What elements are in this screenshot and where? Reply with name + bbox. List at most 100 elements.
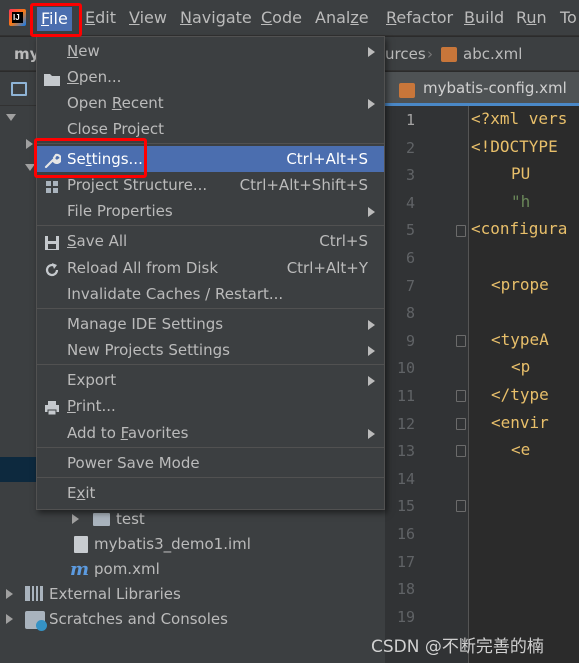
menu-run-pre: R [516,8,527,27]
xml-file-icon [441,47,457,62]
settings-shortcut: Ctrl+Alt+S [286,150,368,168]
fold-marker-icon[interactable] [456,500,466,512]
submenu-arrow-icon [368,320,375,330]
line-number: 14 [396,469,415,488]
code-line: <e [511,440,531,460]
fold-marker-icon[interactable] [456,418,466,430]
tree-expand-libraries-icon[interactable] [6,589,13,599]
favorites-mnemonic: F [120,424,128,442]
line-number: 15 [396,497,415,516]
new-label: ew [78,42,100,60]
print-icon [43,398,61,416]
menu-edit[interactable]: Edit [85,8,116,28]
line-number: 18 [396,580,415,599]
menu-bar: IJ File Edit View Navigate Code Analze R… [0,0,579,36]
fold-marker-icon[interactable] [456,445,466,457]
menu-analyze-label: e [358,8,369,27]
favorites-label: avorites [127,424,189,442]
menu-tools-label: To [560,8,577,27]
file-menu-export[interactable]: Export [37,367,384,393]
menu-separator [37,364,384,365]
annotation-box-file [30,3,82,37]
file-menu-add-to-favorites[interactable]: Add to Favorites [37,420,384,446]
power-save-mode-label: Power Save Mode [67,454,200,472]
code-line: "h [511,191,531,211]
open-recent-pre: Open [67,94,112,112]
open-label: pen... [78,68,122,86]
tree-expand-test-icon[interactable] [72,514,79,524]
save-all-shortcut: Ctrl+S [319,232,368,250]
menu-run-mnemonic: u [526,8,537,27]
tree-selected-row[interactable] [0,457,36,482]
file-menu-reload-all[interactable]: Reload All from Disk Ctrl+Alt+Y [37,255,384,281]
file-menu-open[interactable]: Open... [37,64,384,90]
tree-collapse-icon[interactable] [26,139,33,149]
print-mnemonic: P [67,397,76,415]
reload-all-label: Reload All from Disk [67,259,219,277]
tree-item-pom[interactable]: pom.xml [94,557,160,582]
file-menu-power-save-mode[interactable]: Power Save Mode [37,450,384,476]
menu-analyze-mnemonic: z [350,8,359,27]
save-all-label: ave All [76,232,128,250]
file-menu-file-properties[interactable]: File Properties [37,198,384,224]
line-number: 19 [396,607,415,626]
project-structure-icon [43,177,61,193]
menu-run-label: n [536,8,547,27]
file-menu-open-recent[interactable]: Open Recent [37,90,384,116]
file-menu-exit[interactable]: Exit [37,480,384,506]
save-icon [43,233,61,250]
fold-marker-icon[interactable] [456,225,466,237]
menu-code[interactable]: Code [261,8,302,28]
tree-item-iml[interactable]: mybatis3_demo1.iml [94,532,251,557]
maven-icon: m [70,559,90,580]
menu-separator [37,477,384,478]
breadcrumb-file[interactable]: abc.xml [463,45,522,63]
code-line: </type [491,385,549,404]
tree-item-external-libraries[interactable]: External Libraries [49,582,181,607]
submenu-arrow-icon [368,346,375,356]
file-menu-invalidate-caches[interactable]: Invalidate Caches / Restart... [37,281,384,307]
fold-marker-icon[interactable] [456,335,466,347]
menu-refactor-mnemonic: R [386,8,397,27]
breadcrumb-resources[interactable]: urces [385,45,426,63]
menu-navigate-label: avigate [191,8,252,27]
menu-analyze[interactable]: Analze [315,8,369,28]
line-number: 4 [405,193,415,212]
file-menu-print[interactable]: Print... [37,393,384,419]
menu-tools[interactable]: To [560,8,577,28]
watermark: CSDN @不断完善的楠 [371,637,544,657]
menu-navigate[interactable]: Navigate [180,8,252,28]
file-menu-new-projects-settings[interactable]: New Projects Settings [37,337,384,363]
menu-build[interactable]: Build [464,8,504,28]
code-line: <envir [491,412,549,432]
menu-view[interactable]: View [129,8,167,28]
module-file-icon [74,536,88,553]
menu-build-label: uild [474,8,505,27]
invalidate-caches-label: Invalidate Caches / Restart... [67,285,284,303]
file-menu-save-all[interactable]: Save All Ctrl+S [37,228,384,254]
fold-marker-icon[interactable] [456,390,466,402]
line-number: 10 [396,359,415,378]
menu-edit-label: dit [95,8,116,27]
save-all-mnemonic: S [67,232,77,250]
file-menu-new[interactable]: New [37,38,384,64]
menu-view-label: iew [139,8,167,27]
code-line: <p [511,357,531,377]
tree-expand-icon[interactable] [6,114,16,121]
menu-run[interactable]: Run [516,8,547,28]
tree-item-test[interactable]: test [116,507,145,532]
tree-expand-scratches-icon[interactable] [6,614,13,624]
file-menu-manage-ide-settings[interactable]: Manage IDE Settings [37,311,384,337]
print-label: rint... [75,397,116,415]
line-number: 12 [396,414,415,433]
menu-refactor-label: efactor [396,8,454,27]
code-line: PU [511,164,531,184]
editor-tab-mybatis-config[interactable]: mybatis-config.xml [385,72,579,106]
project-view-icon[interactable] [11,82,27,96]
tree-item-scratches[interactable]: Scratches and Consoles [49,607,228,632]
open-recent-mnemonic: R [111,94,122,112]
file-properties-label: File Properties [67,202,173,220]
menu-refactor[interactable]: Refactor [386,8,453,28]
line-number: 5 [405,221,415,240]
line-number: 8 [405,304,415,323]
